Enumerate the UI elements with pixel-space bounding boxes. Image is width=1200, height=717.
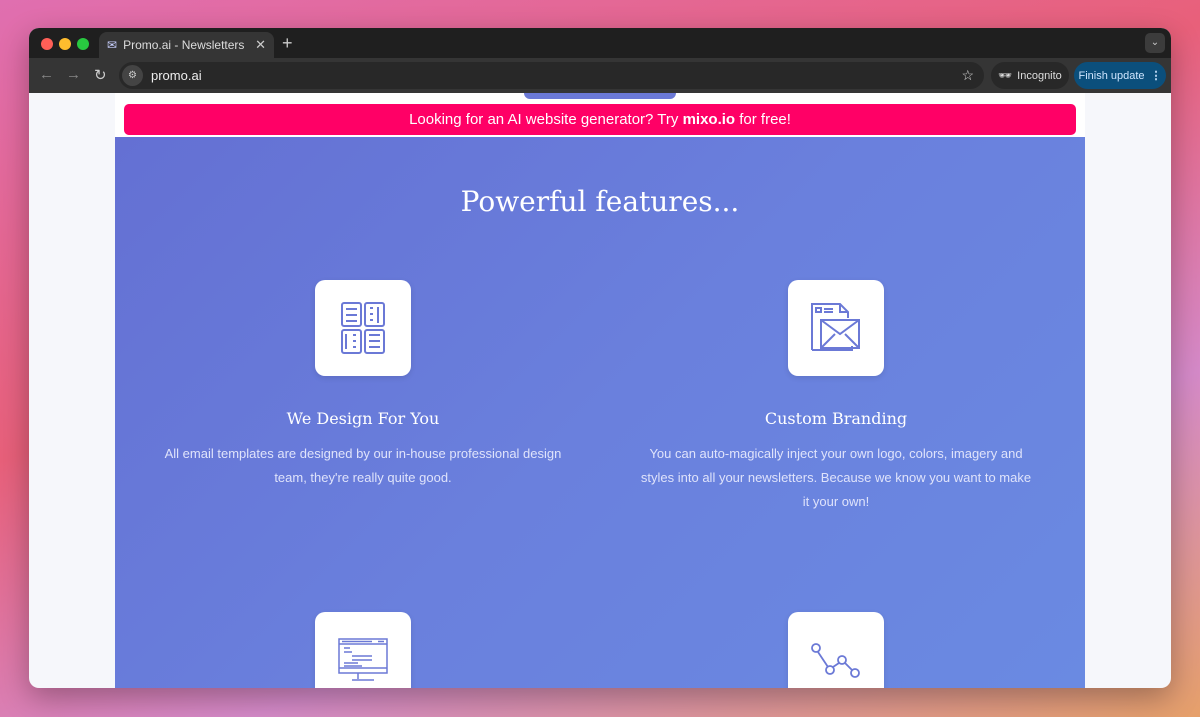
browser-tab[interactable]: ✉ Promo.ai - Newsletters made ✕	[99, 32, 274, 58]
feature-card-icon	[315, 280, 411, 376]
envelope-document-icon	[811, 303, 860, 351]
reload-icon[interactable]: ↻	[94, 66, 107, 84]
main-column: Looking for an AI website generator? Try…	[115, 93, 1085, 688]
nav-pill-button[interactable]	[524, 93, 676, 99]
new-tab-button[interactable]: +	[282, 33, 293, 54]
feature-text: All email templates are designed by our …	[164, 446, 562, 485]
banner-suffix: for free!	[735, 111, 791, 128]
feature-card-icon	[315, 612, 411, 688]
minimize-window-button[interactable]	[59, 38, 71, 50]
incognito-icon: 🕶	[998, 70, 1013, 82]
feature-card-icon	[788, 280, 884, 376]
page-content: Looking for an AI website generator? Try…	[29, 93, 1171, 688]
tab-bar: ✉ Promo.ai - Newsletters made ✕ + ⌄	[29, 28, 1171, 58]
url-text[interactable]: promo.ai	[151, 68, 202, 83]
incognito-button[interactable]: 🕶 Incognito	[991, 62, 1069, 89]
more-menu-icon: ⋮	[1150, 70, 1162, 82]
close-tab-icon[interactable]: ✕	[255, 37, 266, 53]
feature-heading: Custom Branding	[764, 409, 908, 428]
line-chart-icon	[811, 643, 860, 678]
bookmark-star-icon[interactable]: ☆	[961, 67, 974, 84]
maximize-window-button[interactable]	[77, 38, 89, 50]
banner-text: Looking for an AI website generator? Try	[409, 111, 683, 128]
tab-title: Promo.ai - Newsletters made	[123, 38, 248, 52]
banner-link[interactable]: mixo.io	[683, 111, 736, 128]
close-window-button[interactable]	[41, 38, 53, 50]
feature-text: You can auto-magically inject your own l…	[640, 446, 1032, 509]
toolbar: ← → ↻ ⚙ promo.ai ☆ 🕶 Incognito Finish up…	[29, 58, 1171, 93]
finish-update-button[interactable]: Finish update ⋮	[1074, 62, 1166, 89]
section-title: Powerful features...	[460, 185, 740, 218]
features-section: Powerful features... We Design For You A…	[115, 137, 1085, 688]
site-settings-icon[interactable]: ⚙	[122, 65, 143, 86]
back-icon[interactable]: ←	[39, 66, 54, 83]
finish-update-label: Finish update	[1078, 69, 1145, 82]
promo-banner[interactable]: Looking for an AI website generator? Try…	[124, 104, 1076, 135]
address-bar[interactable]: ⚙ promo.ai ☆	[119, 62, 984, 89]
monitor-code-icon	[338, 638, 388, 681]
browser-window: ✉ Promo.ai - Newsletters made ✕ + ⌄ ← → …	[29, 28, 1171, 688]
forward-icon[interactable]: →	[66, 66, 81, 83]
mail-favicon-icon: ✉	[107, 38, 118, 52]
tab-search-chevron-icon[interactable]: ⌄	[1145, 33, 1165, 53]
feature-heading: We Design For You	[286, 409, 440, 428]
incognito-label: Incognito	[1017, 69, 1062, 82]
layout-grid-icon	[341, 302, 385, 354]
feature-card-icon	[788, 612, 884, 688]
